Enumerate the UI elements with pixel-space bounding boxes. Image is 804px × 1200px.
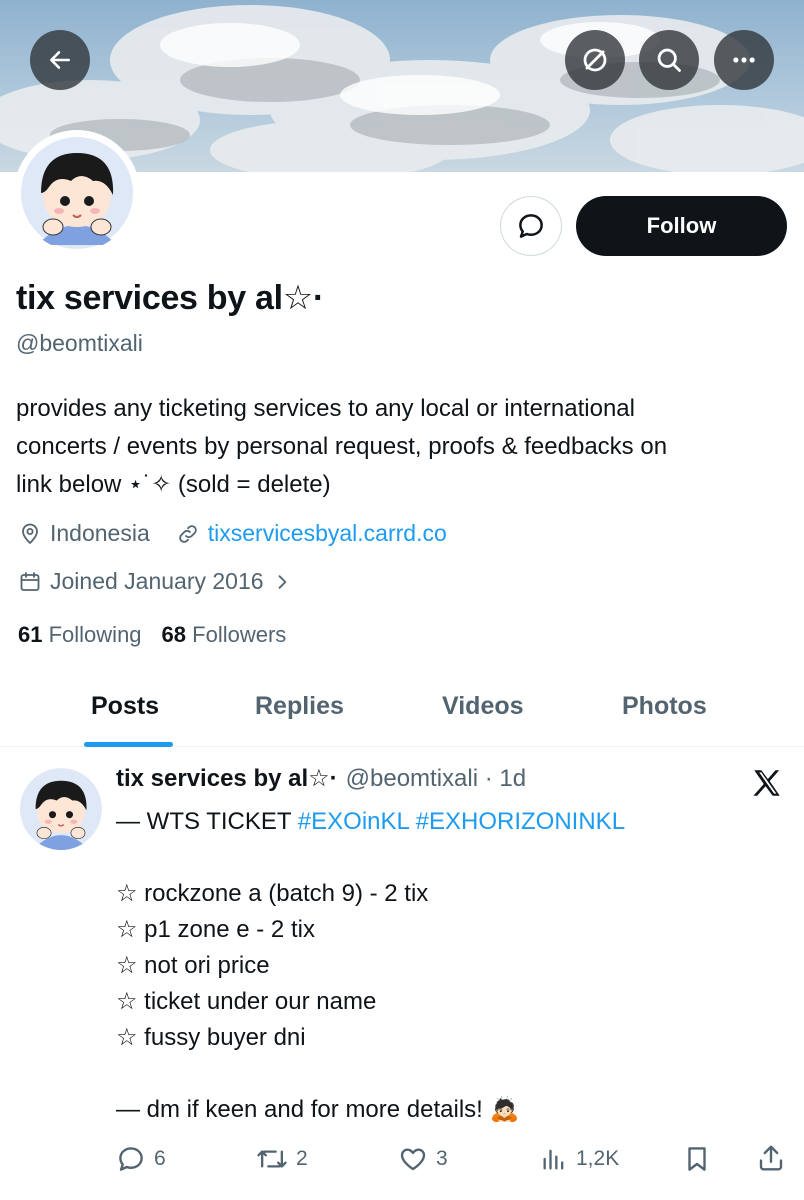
bookmark-button[interactable] <box>682 1144 720 1174</box>
more-dots-icon <box>733 57 755 63</box>
view-count: 1,2K <box>576 1147 620 1170</box>
repost-icon <box>257 1150 287 1168</box>
share-button[interactable] <box>756 1142 794 1174</box>
post-line: — WTS TICKET #EXOinKL #EXHORIZONINKL <box>116 804 786 840</box>
hashtag-link[interactable]: #EXOinKL <box>298 808 409 835</box>
followers-label: Followers <box>192 622 287 647</box>
profile-tabs: Posts Replies Videos Photos <box>0 672 804 747</box>
back-button[interactable] <box>30 30 90 90</box>
calendar-icon <box>20 571 40 591</box>
hashtag-link[interactable]: #EXHORIZONINKL <box>416 808 625 835</box>
search-button[interactable] <box>639 30 699 90</box>
location-pin-icon <box>22 523 38 544</box>
post-line: ☆ fussy buyer dni <box>116 1024 306 1051</box>
profile-banner[interactable] <box>0 0 804 172</box>
post-line: — dm if keen and for more details! 🙇🏻 <box>116 1096 520 1123</box>
follow-counts: 61 Following 68 Followers <box>18 622 286 648</box>
search-icon <box>657 48 681 72</box>
profile-bio: provides any ticketing services to any l… <box>16 390 796 504</box>
post-author-name[interactable]: tix services by al☆· <box>116 764 338 793</box>
chat-bubble-icon <box>519 214 543 238</box>
reply-icon <box>119 1147 143 1171</box>
tab-replies[interactable]: Replies <box>255 692 344 721</box>
message-button[interactable] <box>500 196 562 256</box>
post-line: ☆ p1 zone e - 2 tix <box>116 916 315 943</box>
avatar-illustration <box>19 135 135 251</box>
bookmark-icon <box>688 1147 706 1171</box>
x-logo-icon <box>753 770 780 796</box>
avatar-illustration <box>20 768 102 850</box>
joined-row[interactable]: Joined January 2016 <box>18 568 300 595</box>
post-text: — WTS TICKET #EXOinKL #EXHORIZONINKL ☆ r… <box>116 804 786 1128</box>
post-line: ☆ ticket under our name <box>116 988 377 1015</box>
joined-text: Joined January 2016 <box>50 568 264 594</box>
bio-line: link below ⋆˙✧ (sold = delete) <box>16 471 331 498</box>
username-handle: @beomtixali <box>16 330 143 356</box>
views-button[interactable]: 1,2K <box>540 1144 619 1174</box>
repost-button[interactable]: 2 <box>256 1144 308 1174</box>
post-line: ☆ rockzone a (batch 9) - 2 tix <box>116 880 429 907</box>
bio-line: provides any ticketing services to any l… <box>16 395 635 422</box>
share-icon <box>759 1145 783 1171</box>
bio-line: concerts / events by personal request, p… <box>16 433 668 460</box>
follow-button[interactable]: Follow <box>576 196 787 256</box>
following-count: 61 <box>18 622 43 647</box>
location-text: Indonesia <box>50 520 150 546</box>
post-intro: — WTS TICKET <box>116 808 298 835</box>
like-button[interactable]: 3 <box>398 1144 448 1174</box>
profile-avatar[interactable] <box>14 130 140 256</box>
following-link[interactable]: 61 Following <box>18 622 142 648</box>
website-link[interactable]: tixservicesbyal.carrd.co <box>208 520 447 547</box>
active-tab-indicator <box>84 742 173 747</box>
post-header: tix services by al☆· @beomtixali · 1d <box>116 764 526 793</box>
repost-count: 2 <box>296 1147 308 1170</box>
post-line: ☆ not ori price <box>116 952 270 979</box>
more-button[interactable] <box>714 30 774 90</box>
post-author-avatar[interactable] <box>20 768 102 850</box>
chevron-right-icon <box>278 574 286 589</box>
followers-count: 68 <box>161 622 187 647</box>
reply-button[interactable]: 6 <box>116 1144 166 1174</box>
mute-button[interactable] <box>565 30 625 90</box>
tab-videos[interactable]: Videos <box>442 692 524 721</box>
post-actions: 6 2 3 1,2K <box>0 1140 804 1180</box>
following-label: Following <box>48 622 142 647</box>
arrow-left-icon <box>50 51 70 69</box>
display-name: tix services by al☆· <box>16 279 324 317</box>
like-count: 3 <box>436 1147 448 1170</box>
post-author-meta: @beomtixali · 1d <box>345 765 527 792</box>
bar-chart-icon <box>543 1149 564 1170</box>
circle-slash-icon <box>583 48 607 72</box>
followers-link[interactable]: 68 Followers <box>162 622 287 648</box>
profile-meta-row: Indonesia tixservicesbyal.carrd.co <box>18 520 447 547</box>
tab-photos[interactable]: Photos <box>622 692 707 721</box>
heart-icon <box>400 1148 426 1171</box>
link-icon <box>178 524 197 543</box>
reply-count: 6 <box>154 1147 166 1170</box>
tab-posts[interactable]: Posts <box>91 692 159 721</box>
